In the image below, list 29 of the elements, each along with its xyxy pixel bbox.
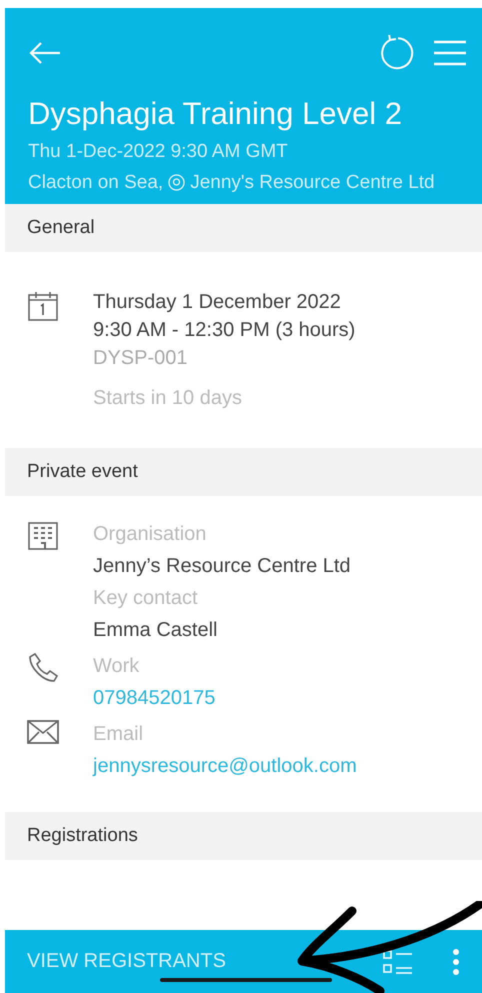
field-label: Organisation	[93, 522, 208, 547]
event-detail: DYSP-001	[93, 346, 188, 371]
menu-icon[interactable]	[434, 39, 466, 67]
contact-link[interactable]: jennysresource@outlook.com	[93, 750, 357, 782]
refresh-icon[interactable]	[378, 35, 414, 71]
phone-icon	[27, 652, 59, 684]
event-datetime: Thu 1-Dec-2022 9:30 AM GMT	[28, 140, 289, 164]
location-pin-icon	[168, 174, 186, 191]
section-header: Private event	[5, 448, 482, 496]
more-options-icon[interactable]	[452, 948, 460, 976]
section-header: Registrations	[5, 812, 482, 860]
event-detail: Thursday 1 December 2022	[93, 290, 342, 315]
mail-icon	[27, 720, 59, 744]
event-location: Clacton on Sea,	[28, 171, 164, 195]
event-detail: 9:30 AM - 12:30 PM (3 hours)	[93, 318, 356, 343]
field-value: Jenny’s Resource Centre Ltd	[93, 554, 351, 579]
back-arrow-icon[interactable]	[28, 41, 62, 65]
field-label: Key contact	[93, 586, 199, 611]
contact-link[interactable]: 07984520175	[93, 682, 216, 714]
calendar-icon	[27, 290, 59, 322]
event-detail: Starts in 10 days	[93, 386, 243, 411]
event-title: Dysphagia Training Level 2	[28, 96, 403, 132]
field-label: Email	[93, 722, 144, 747]
building-icon	[27, 520, 59, 550]
field-label: Work	[93, 654, 140, 679]
view-registrants-button[interactable]: VIEW REGISTRANTS	[27, 950, 226, 973]
section-header: General	[5, 204, 482, 252]
field-value: Emma Castell	[93, 618, 218, 643]
event-organisation: Jenny's Resource Centre Ltd	[190, 171, 435, 195]
